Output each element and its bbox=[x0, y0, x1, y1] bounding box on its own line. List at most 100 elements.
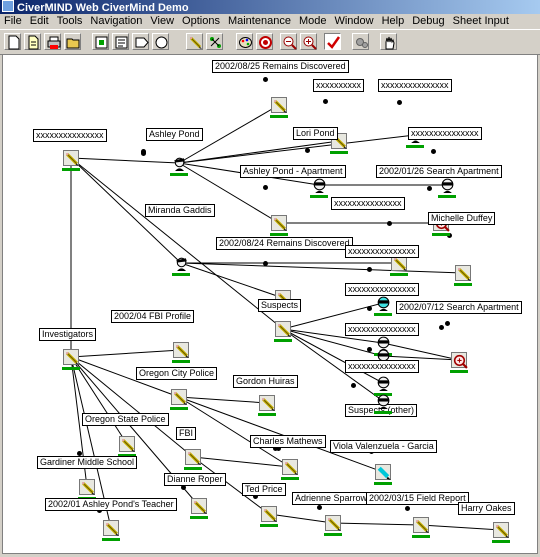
node-label-s2[interactable]: xxxxxxxxxxxxxxx bbox=[345, 283, 419, 296]
toolbar-button-checkmark[interactable] bbox=[324, 33, 341, 50]
node-miranda[interactable] bbox=[173, 255, 189, 271]
toolbar-button-stop[interactable] bbox=[256, 33, 273, 50]
menu-tools[interactable]: Tools bbox=[53, 14, 87, 29]
toolbar-button-link-tool[interactable] bbox=[206, 33, 223, 50]
menu-options[interactable]: Options bbox=[178, 14, 224, 29]
node-harry[interactable] bbox=[493, 522, 509, 538]
node-suspects-other[interactable] bbox=[375, 393, 391, 409]
toolbar-button-node-view[interactable] bbox=[92, 33, 109, 50]
toolbar-button-zoom-out[interactable] bbox=[280, 33, 297, 50]
node-label-x1[interactable]: xxxxxxxxxx bbox=[313, 79, 364, 92]
menu-mode[interactable]: Mode bbox=[295, 14, 331, 29]
menu-help[interactable]: Help bbox=[378, 14, 409, 29]
node-label-miranda[interactable]: Miranda Gaddis bbox=[145, 204, 215, 217]
node-label-ashley[interactable]: Ashley Pond bbox=[146, 128, 203, 141]
node-label-s1[interactable]: xxxxxxxxxxxxxxx bbox=[345, 245, 419, 258]
node-label-fbi[interactable]: FBI bbox=[176, 427, 197, 440]
node-label-x3[interactable]: xxxxxxxxxxxxxxx bbox=[408, 127, 482, 140]
node-label-x2[interactable]: xxxxxxxxxxxxxxx bbox=[378, 79, 452, 92]
link-miranda-remains2[interactable] bbox=[180, 262, 284, 299]
node-label-harry[interactable]: Harry Oakes bbox=[458, 502, 515, 515]
node-fbi-profile[interactable] bbox=[173, 342, 189, 358]
node-teacher[interactable] bbox=[103, 520, 119, 536]
node-charles[interactable] bbox=[282, 459, 298, 475]
node-gardiner[interactable] bbox=[79, 479, 95, 495]
toolbar-button-print[interactable] bbox=[44, 33, 61, 50]
node-label-x4[interactable]: xxxxxxxxxxxxxxx bbox=[331, 197, 405, 210]
node-label-teacher[interactable]: 2002/01 Ashley Pond's Teacher bbox=[45, 498, 177, 511]
node-label-adrienne[interactable]: Adrienne Sparrow bbox=[292, 492, 371, 505]
node-michelle[interactable] bbox=[455, 265, 471, 281]
node-label-osp[interactable]: Oregon State Police bbox=[82, 413, 169, 426]
node-investigators[interactable] bbox=[63, 349, 79, 365]
toolbar-button-new-document[interactable] bbox=[4, 33, 21, 50]
menu-debug[interactable]: Debug bbox=[408, 14, 448, 29]
toolbar-button-copy-document[interactable] bbox=[24, 33, 41, 50]
node-fbi[interactable] bbox=[185, 449, 201, 465]
link-investigators-fbi_profile[interactable] bbox=[70, 349, 182, 358]
menu-maintenance[interactable]: Maintenance bbox=[224, 14, 295, 29]
node-label-field-report[interactable]: 2002/03/15 Field Report bbox=[366, 492, 469, 505]
node-dianne[interactable] bbox=[191, 498, 207, 514]
node-ted[interactable] bbox=[261, 506, 277, 522]
node-gordon[interactable] bbox=[259, 395, 275, 411]
node-search2[interactable] bbox=[451, 352, 468, 369]
node-label-ted[interactable]: Ted Price bbox=[242, 483, 286, 496]
node-label-gordon[interactable]: Gordon Huiras bbox=[233, 375, 298, 388]
node-label-gardiner[interactable]: Gardiner Middle School bbox=[37, 456, 138, 469]
node-suspects[interactable] bbox=[275, 321, 291, 337]
toolbar-button-gears[interactable] bbox=[352, 33, 369, 50]
toolbar-button-open-folder[interactable] bbox=[64, 33, 81, 50]
node-remains1[interactable] bbox=[271, 97, 287, 113]
toolbar-button-palette[interactable] bbox=[236, 33, 253, 50]
node-label-lori[interactable]: Lori Pond bbox=[293, 127, 338, 140]
node-apartment[interactable] bbox=[271, 215, 287, 231]
node-label-charles[interactable]: Charles Mathews bbox=[250, 435, 326, 448]
node-x3[interactable] bbox=[439, 177, 455, 193]
node-label-remains1[interactable]: 2002/08/25 Remains Discovered bbox=[212, 60, 349, 73]
node-lori[interactable] bbox=[311, 177, 327, 193]
menu-navigation[interactable]: Navigation bbox=[86, 14, 146, 29]
link-field_report-harry[interactable] bbox=[420, 524, 502, 531]
node-s1[interactable] bbox=[375, 295, 391, 311]
toolbar-button-zoom-in[interactable] bbox=[300, 33, 317, 50]
node-viola[interactable] bbox=[375, 464, 391, 480]
menu-edit[interactable]: Edit bbox=[26, 14, 53, 29]
toolbar-button-circle-shape[interactable] bbox=[152, 33, 169, 50]
node-label-oregon-city[interactable]: Oregon City Police bbox=[136, 367, 218, 380]
node-ashley[interactable] bbox=[171, 155, 187, 171]
node-label-root[interactable]: xxxxxxxxxxxxxxx bbox=[33, 129, 107, 142]
link-ted-adrienne[interactable] bbox=[268, 513, 334, 524]
link-suspects-s4[interactable] bbox=[282, 328, 384, 384]
menu-window[interactable]: Window bbox=[330, 14, 377, 29]
link-root-ashley[interactable] bbox=[70, 157, 180, 164]
node-label-michelle[interactable]: Michelle Duffey bbox=[428, 212, 496, 225]
node-label-dianne[interactable]: Dianne Roper bbox=[164, 473, 226, 486]
toolbar-button-hand[interactable] bbox=[380, 33, 397, 50]
menu-file[interactable]: File bbox=[0, 14, 26, 29]
node-label-fbi-profile[interactable]: 2002/04 FBI Profile bbox=[111, 310, 195, 323]
link-miranda-michelle[interactable] bbox=[180, 262, 464, 274]
node-root[interactable] bbox=[63, 150, 79, 166]
link-fbi-charles[interactable] bbox=[192, 456, 291, 468]
toolbar-button-report[interactable] bbox=[112, 33, 129, 50]
node-label-suspects[interactable]: Suspects bbox=[258, 299, 302, 312]
node-label-s3[interactable]: xxxxxxxxxxxxxxx bbox=[345, 323, 419, 336]
node-label-investigators[interactable]: Investigators bbox=[39, 328, 97, 341]
menu-view[interactable]: View bbox=[146, 14, 178, 29]
node-label-search1[interactable]: 2002/01/26 Search Apartment bbox=[376, 165, 502, 178]
node-oregon-city[interactable] bbox=[171, 389, 187, 405]
node-label-search2[interactable]: 2002/07/12 Search Apartment bbox=[396, 301, 522, 314]
node-label-remains2[interactable]: 2002/08/24 Remains Discovered bbox=[216, 237, 353, 250]
node-field-report[interactable] bbox=[413, 517, 429, 533]
node-label-viola[interactable]: Viola Valenzuela - Garcia bbox=[330, 440, 437, 453]
toolbar-button-pencil[interactable] bbox=[186, 33, 203, 50]
node-osp[interactable] bbox=[119, 436, 135, 452]
link-chart-canvas[interactable]: xxxxxxxxxxxxxxx Ashley Pond 2002/08/25 Rem… bbox=[2, 54, 538, 554]
link-investigators-osp[interactable] bbox=[70, 356, 128, 445]
node-label-s4[interactable]: xxxxxxxxxxxxxxx bbox=[345, 360, 419, 373]
node-adrienne[interactable] bbox=[325, 515, 341, 531]
link-s2-search2[interactable] bbox=[382, 342, 460, 361]
menu-sheet-input[interactable]: Sheet Input bbox=[449, 14, 513, 29]
node-s4[interactable] bbox=[375, 375, 391, 391]
